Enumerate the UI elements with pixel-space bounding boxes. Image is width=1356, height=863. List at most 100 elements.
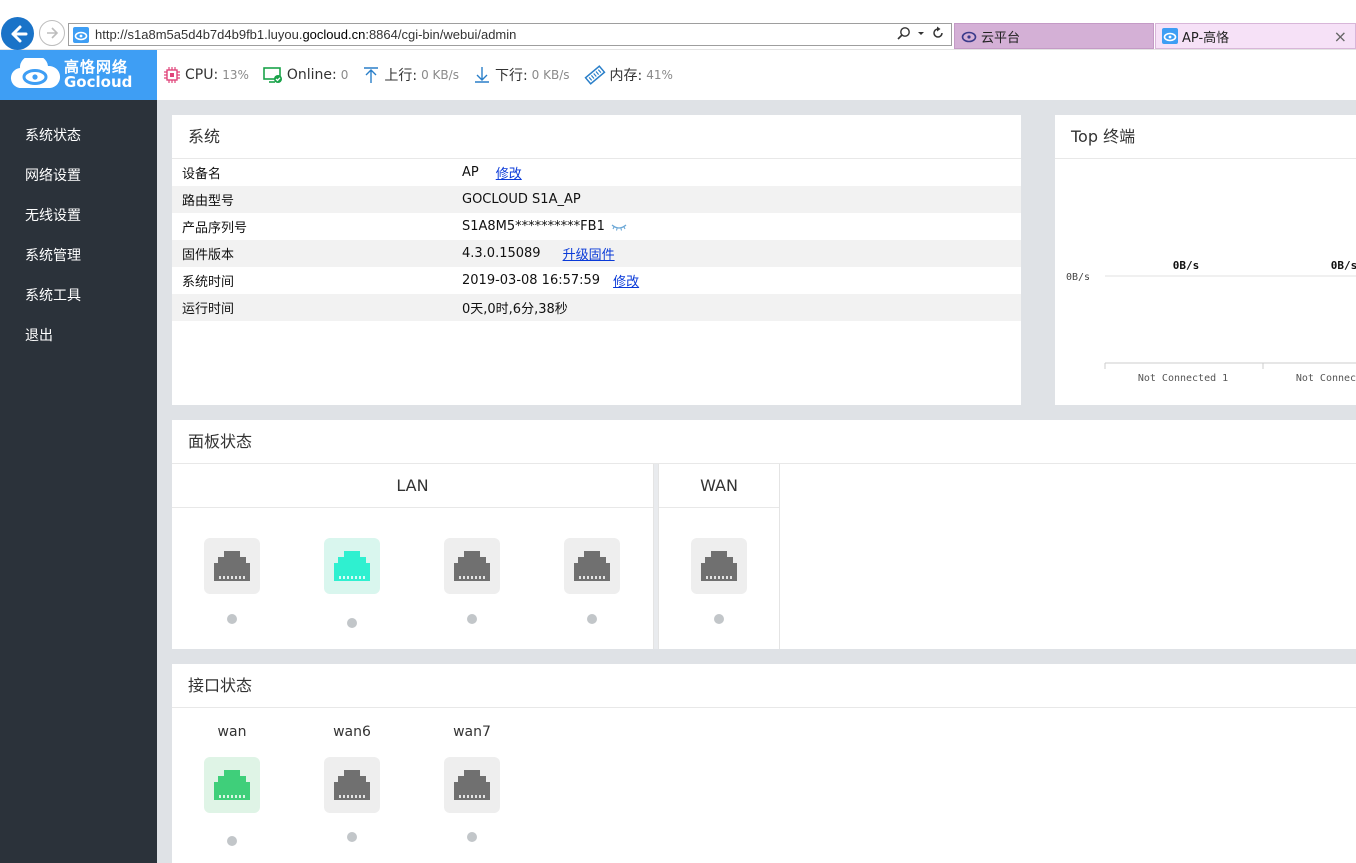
interface-state-panel: 接口状态 wan wan6 wan7 [172,664,1356,863]
tab-label: 云平台 [981,30,1021,46]
tab-label: AP-高恪 [1182,30,1230,46]
sidebar-item-system-tools[interactable]: 系统工具 [0,276,157,316]
wan-port[interactable] [204,757,260,813]
ethernet-port-icon [334,770,370,800]
forward-button[interactable] [39,20,65,46]
cloud-favicon-icon [1162,28,1178,44]
memory-label: 内存: [609,68,643,84]
upload-value: 0 KB/s [421,68,459,82]
tab-ap-gocloud[interactable]: AP-高恪 × [1155,23,1356,49]
firmware-version-value: 4.3.0.15089 [462,246,541,261]
system-info-table: 设备名 AP 修改 路由型号 GOCLOUD S1A_AP 产品序列号 S1A8M… [172,159,1021,321]
gocloud-logo-icon [11,58,60,89]
ethernet-port-icon [214,551,250,581]
lan-header: LAN [172,464,653,508]
edit-system-time-link[interactable]: 修改 [613,271,639,290]
cloud-favicon-icon [73,26,89,43]
system-panel: 系统 设备名 AP 修改 路由型号 GOCLOUD S1A_AP 产品序列号 S1… [172,115,1021,405]
sidebar-item-system-status[interactable]: 系统状态 [0,116,157,156]
table-row: 运行时间 0天,0时,6分,38秒 [172,294,1021,321]
lan-port-status-dot [467,614,477,624]
wan-port-status-dot [227,836,237,846]
serial-number-value: S1A8M5**********FB1 [462,219,605,234]
online-value: 0 [340,68,349,82]
table-row: 系统时间 2019-03-08 16:57:59 修改 [172,267,1021,294]
browser-toolbar: http://s1a8m5a5d4b7d4b9fb1.luyou.gocloud… [0,0,1356,50]
table-row: 路由型号 GOCLOUD S1A_AP [172,186,1021,213]
monitor-check-icon [263,67,282,83]
uptime-value: 0天,0时,6分,38秒 [462,302,568,317]
wan-port[interactable] [444,757,500,813]
sidebar-item-logout[interactable]: 退出 [0,316,157,356]
lan-port[interactable] [204,538,260,594]
back-button[interactable] [1,17,34,50]
search-icon[interactable] [897,26,911,40]
lan-port[interactable] [324,538,380,594]
lan-port-status-dot [227,614,237,624]
tab-cloud-platform[interactable]: 云平台 [954,23,1154,49]
device-name-value: AP [462,165,479,180]
online-label: Online: [286,67,337,83]
sidebar-item-network-settings[interactable]: 网络设置 [0,156,157,196]
interface-name: wan [217,724,247,740]
cpu-stat: CPU: 13% [163,66,249,84]
memory-stat: 内存: 41% [584,65,673,85]
row-key: 固件版本 [182,248,235,263]
table-row: 固件版本 4.3.0.15089 升级固件 [172,240,1021,267]
y-axis-label: 0B/s [1066,272,1090,283]
url-text: http://s1a8m5a5d4b7d4b9fb1.luyou.gocloud… [95,27,517,42]
arrow-down-icon [474,67,489,83]
close-tab-icon[interactable]: × [1334,27,1347,46]
interface-name: wan6 [333,724,371,740]
wan-port[interactable] [691,538,747,594]
logo-text-en: Gocloud [64,73,133,91]
ethernet-port-icon [214,770,250,800]
upload-stat: 上行: 0 KB/s [362,65,459,85]
wan-header: WAN [659,464,779,508]
lan-port-status-dot [347,618,357,628]
online-stat: Online: 0 [263,66,349,84]
eye-closed-icon[interactable] [610,222,628,232]
upgrade-firmware-link[interactable]: 升级固件 [563,244,615,263]
upload-label: 上行: [384,68,418,84]
interface-name: wan7 [453,724,491,740]
system-panel-title: 系统 [172,115,1021,159]
lan-port-status-dot [587,614,597,624]
sidebar-item-wireless-settings[interactable]: 无线设置 [0,196,157,236]
row-key: 产品序列号 [182,221,248,236]
ethernet-port-icon [574,551,610,581]
wan-port-group: WAN [658,464,780,649]
system-time-value: 2019-03-08 16:57:59 [462,273,601,288]
sidebar-item-system-management[interactable]: 系统管理 [0,236,157,276]
panel-state-title: 面板状态 [172,420,1356,464]
interface-state-title: 接口状态 [172,664,1356,708]
edit-device-name-link[interactable]: 修改 [496,163,522,182]
memory-value: 41% [646,68,673,82]
refresh-icon[interactable] [931,26,945,40]
row-key: 设备名 [182,167,222,182]
ethernet-port-icon [701,551,737,581]
download-value: 0 KB/s [531,68,570,82]
bar-value-label: 0B/s [1173,259,1200,272]
wan-port-status-dot [714,614,724,624]
cpu-chip-icon [164,67,180,83]
cpu-value: 13% [222,68,249,82]
lan-port[interactable] [564,538,620,594]
x-tick-label: Not Connected 1 [1138,373,1228,384]
panel-state-panel: 面板状态 LAN WAN [172,420,1356,649]
ethernet-port-icon [454,770,490,800]
download-stat: 下行: 0 KB/s [473,65,570,85]
brand-logo[interactable]: 高恪网络 Gocloud [0,50,157,100]
wan-port[interactable] [324,757,380,813]
download-label: 下行: [494,68,528,84]
sidebar: 系统状态 网络设置 无线设置 系统管理 系统工具 退出 [0,100,157,863]
status-bar: CPU: 13% Online: 0 上行: 0 KB/s 下行: 0 KB/s… [157,50,1356,100]
row-key: 路由型号 [182,194,235,209]
wan-port-status-dot [347,832,357,842]
lan-port[interactable] [444,538,500,594]
chevron-down-icon[interactable] [917,26,925,40]
table-row: 设备名 AP 修改 [172,159,1021,186]
top-terminals-title: Top 终端 [1055,115,1356,159]
address-bar[interactable]: http://s1a8m5a5d4b7d4b9fb1.luyou.gocloud… [68,23,952,46]
bar-value-label: 0B/s [1331,259,1356,272]
